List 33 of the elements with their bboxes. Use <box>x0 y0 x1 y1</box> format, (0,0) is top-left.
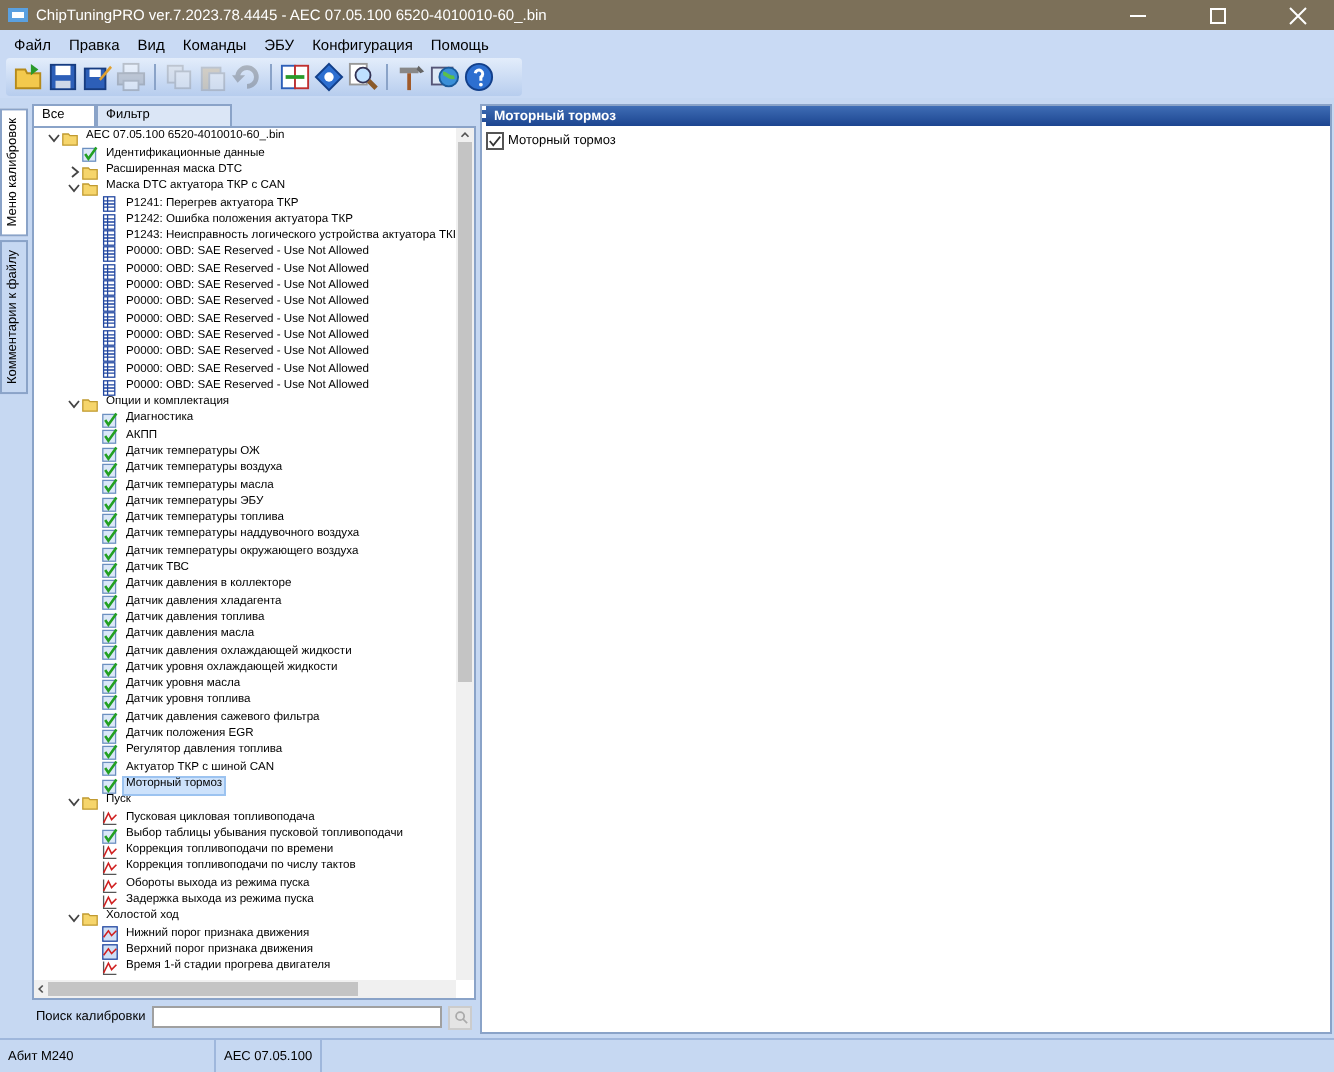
search-field[interactable] <box>151 1006 442 1028</box>
tools-icon[interactable] <box>396 62 426 92</box>
collapse-chevron-icon[interactable] <box>66 794 82 811</box>
checked-document-icon <box>102 827 118 844</box>
folder-icon <box>82 395 98 412</box>
curve-chart-icon <box>102 959 118 976</box>
scroll-thumb[interactable] <box>458 142 472 682</box>
scroll-thumb[interactable] <box>48 982 358 996</box>
checked-document-icon <box>82 146 98 163</box>
horizontal-scrollbar[interactable] <box>34 980 456 998</box>
save-icon[interactable] <box>48 62 78 92</box>
collapse-chevron-icon[interactable] <box>46 130 62 147</box>
folder-icon <box>82 794 98 811</box>
curve-chart-icon <box>102 810 118 827</box>
collapse-chevron-icon[interactable] <box>66 395 82 412</box>
diamond-icon[interactable] <box>314 62 344 92</box>
expand-chevron-icon[interactable] <box>66 163 82 180</box>
scroll-left-icon[interactable] <box>34 982 48 996</box>
save-as-icon[interactable] <box>82 62 112 92</box>
help-icon[interactable] <box>464 62 494 92</box>
collapse-chevron-icon[interactable] <box>66 910 82 927</box>
app-icon <box>8 6 28 24</box>
close-icon[interactable] <box>1288 5 1308 25</box>
maximize-icon[interactable] <box>1208 5 1228 25</box>
checkbox[interactable] <box>486 132 504 150</box>
vertical-scrollbar[interactable] <box>456 128 474 980</box>
folder-icon <box>82 910 98 927</box>
search-icon[interactable] <box>348 62 378 92</box>
collapse-chevron-icon[interactable] <box>66 180 82 197</box>
compare-icon[interactable] <box>280 62 310 92</box>
scroll-up-icon[interactable] <box>458 128 472 142</box>
globe-icon[interactable] <box>430 62 460 92</box>
search-icon <box>453 1010 467 1024</box>
